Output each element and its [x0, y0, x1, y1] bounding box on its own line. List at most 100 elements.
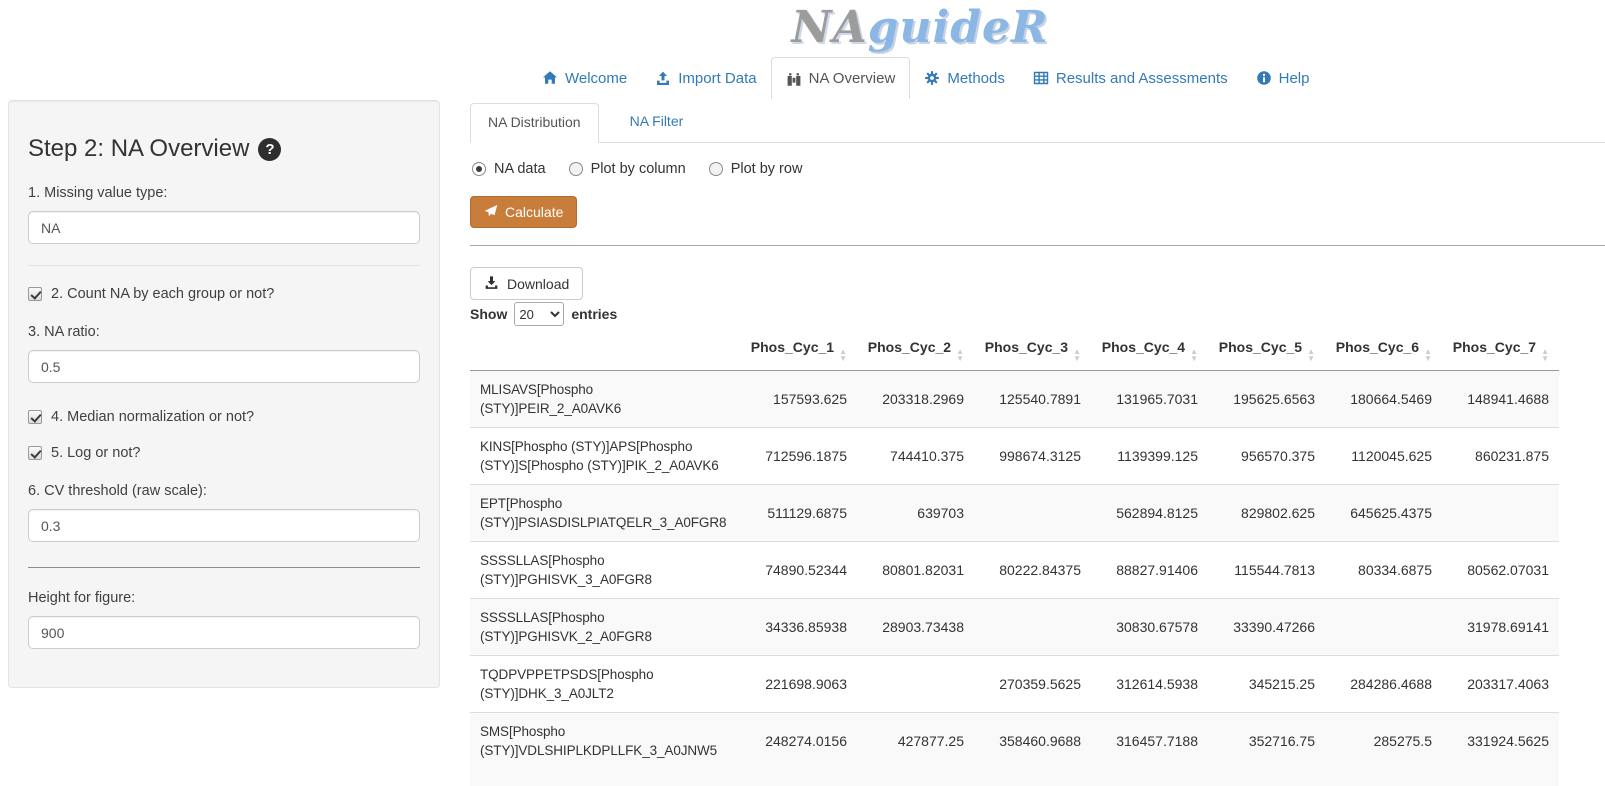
table-row: MLISAVS[Phospho (STY)]PEIR_2_A0AVK615759… [470, 371, 1559, 428]
nav-tab-label: Methods [947, 70, 1005, 87]
sort-icon: ▲▼ [956, 349, 964, 362]
column-header-phos_cyc_4[interactable]: Phos_Cyc_4▲▼ [1091, 330, 1208, 371]
table-cell: 180664.5469 [1325, 371, 1442, 428]
radio-icon [569, 162, 583, 176]
radio-option-na-data[interactable]: NA data [472, 161, 546, 177]
table-cell: 1120045.625 [1325, 428, 1442, 485]
column-header-phos_cyc_7[interactable]: Phos_Cyc_7▲▼ [1442, 330, 1559, 371]
table-cell: 860231.875 [1442, 428, 1559, 485]
figure-height-input[interactable] [28, 616, 420, 649]
median-normalization-label: 4. Median normalization or not? [51, 409, 254, 425]
divider [470, 245, 1605, 246]
row-name-cell: SMS[Phospho (STY)]VDLSHIPLKDPLLFK_3_A0JN… [470, 713, 740, 770]
download-button[interactable]: Download [470, 267, 583, 300]
count-na-group-row: 2. Count NA by each group or not? [28, 286, 420, 302]
page-title-text: Step 2: NA Overview [28, 135, 249, 163]
table-cell [1442, 485, 1559, 542]
table-cell [857, 656, 974, 713]
median-normalization-row: 4. Median normalization or not? [28, 409, 420, 425]
plot-option-radios: NA data Plot by column Plot by row [472, 161, 825, 177]
paper-plane-icon [484, 204, 498, 221]
table-cell: 345215.25 [1208, 656, 1325, 713]
table-cell [974, 599, 1091, 656]
row-name-cell: TQDPVPPETPSDS[Phospho (STY)]DHK_3_A0JLT2 [470, 656, 740, 713]
table-row: SSSSLLAS[Phospho (STY)]PGHISVK_3_A0FGR87… [470, 542, 1559, 599]
main-nav: Welcome Import Data NA Overview Methods … [528, 57, 1323, 99]
nav-tab-label: Results and Assessments [1056, 70, 1228, 87]
column-header-phos_cyc_2[interactable]: Phos_Cyc_2▲▼ [857, 330, 974, 371]
nav-tab-import-data[interactable]: Import Data [641, 57, 770, 99]
column-header-label: Phos_Cyc_5 [1219, 339, 1302, 355]
sort-icon: ▲▼ [1307, 349, 1315, 362]
table-cell: 80222.84375 [974, 542, 1091, 599]
na-ratio-input[interactable] [28, 350, 420, 383]
table-cell: 270359.5625 [974, 656, 1091, 713]
naguider-page: NAguideR Welcome Import Data NA Overview [0, 0, 1605, 786]
table-cell: 1139399.125 [1091, 428, 1208, 485]
table-cell: 358460.9688 [974, 713, 1091, 770]
table-cell: 203317.4063 [1442, 656, 1559, 713]
nav-tab-na-overview[interactable]: NA Overview [771, 57, 911, 99]
table-cell: 34336.85938 [740, 599, 857, 656]
column-header-phos_cyc_3[interactable]: Phos_Cyc_3▲▼ [974, 330, 1091, 371]
home-icon [542, 70, 558, 86]
data-table-wrap: Phos_Cyc_1▲▼Phos_Cyc_2▲▼Phos_Cyc_3▲▼Phos… [470, 330, 1559, 770]
table-cell: 80801.82031 [857, 542, 974, 599]
radio-option-plot-by-row[interactable]: Plot by row [709, 161, 803, 177]
table-length-control: Show 20 entries [470, 302, 617, 326]
calculate-button[interactable]: Calculate [470, 196, 577, 228]
table-cell: 88827.91406 [1091, 542, 1208, 599]
table-cell: 645625.4375 [1325, 485, 1442, 542]
logo-part-na: NA [791, 2, 867, 53]
tab-na-filter[interactable]: NA Filter [613, 103, 701, 143]
column-header-label: Phos_Cyc_6 [1336, 339, 1419, 355]
log-or-not-checkbox[interactable] [28, 446, 42, 460]
row-name-cell: MLISAVS[Phospho (STY)]PEIR_2_A0AVK6 [470, 371, 740, 428]
nav-tab-label: NA Overview [809, 70, 896, 87]
table-cell: 30830.67578 [1091, 599, 1208, 656]
nav-tab-help[interactable]: Help [1242, 57, 1324, 99]
cv-threshold-input[interactable] [28, 509, 420, 542]
question-circle-icon[interactable]: ? [258, 138, 281, 161]
table-header-row: Phos_Cyc_1▲▼Phos_Cyc_2▲▼Phos_Cyc_3▲▼Phos… [470, 330, 1559, 371]
missing-value-type-input[interactable] [28, 211, 420, 244]
table-cell [1325, 599, 1442, 656]
nav-tab-label: Help [1279, 70, 1310, 87]
figure-height-label: Height for figure: [28, 590, 420, 606]
table-cell: 744410.375 [857, 428, 974, 485]
sidebar-panel: Step 2: NA Overview ? 1. Missing value t… [8, 100, 440, 688]
radio-label: Plot by column [591, 161, 686, 177]
table-cell: 74890.52344 [740, 542, 857, 599]
table-cell: 331924.5625 [1442, 713, 1559, 770]
table-cell: 285275.5 [1325, 713, 1442, 770]
info-icon [1256, 70, 1272, 86]
table-cell: 203318.2969 [857, 371, 974, 428]
binoculars-icon [786, 71, 802, 87]
table-cell: 956570.375 [1208, 428, 1325, 485]
column-header-phos_cyc_5[interactable]: Phos_Cyc_5 ▲▼ [1208, 330, 1325, 371]
column-header-phos_cyc_1[interactable]: Phos_Cyc_1▲▼ [740, 330, 857, 371]
table-cell: 316457.7188 [1091, 713, 1208, 770]
nav-tab-methods[interactable]: Methods [910, 57, 1019, 99]
radio-label: Plot by row [731, 161, 803, 177]
column-header-label: Phos_Cyc_3 [985, 339, 1068, 355]
entries-select[interactable]: 20 [514, 302, 564, 326]
tab-na-distribution[interactable]: NA Distribution [470, 103, 599, 143]
page-title: Step 2: NA Overview ? [28, 135, 420, 163]
table-cell: 248274.0156 [740, 713, 857, 770]
sort-icon: ▲▼ [839, 349, 847, 362]
median-normalization-checkbox[interactable] [28, 410, 42, 424]
subtab-bar: NA Distribution NA Filter [470, 103, 1605, 143]
nav-tab-welcome[interactable]: Welcome [528, 57, 641, 99]
nav-tab-results[interactable]: Results and Assessments [1019, 57, 1242, 99]
table-cell: 712596.1875 [740, 428, 857, 485]
nav-tab-label: Import Data [678, 70, 756, 87]
table-cell: 80562.07031 [1442, 542, 1559, 599]
table-cell: 829802.625 [1208, 485, 1325, 542]
table-cell: 115544.7813 [1208, 542, 1325, 599]
column-header-phos_cyc_6[interactable]: Phos_Cyc_6▲▼ [1325, 330, 1442, 371]
count-na-group-checkbox[interactable] [28, 287, 42, 301]
radio-option-plot-by-column[interactable]: Plot by column [569, 161, 686, 177]
table-cell: 195625.6563 [1208, 371, 1325, 428]
table-cell: 28903.73438 [857, 599, 974, 656]
